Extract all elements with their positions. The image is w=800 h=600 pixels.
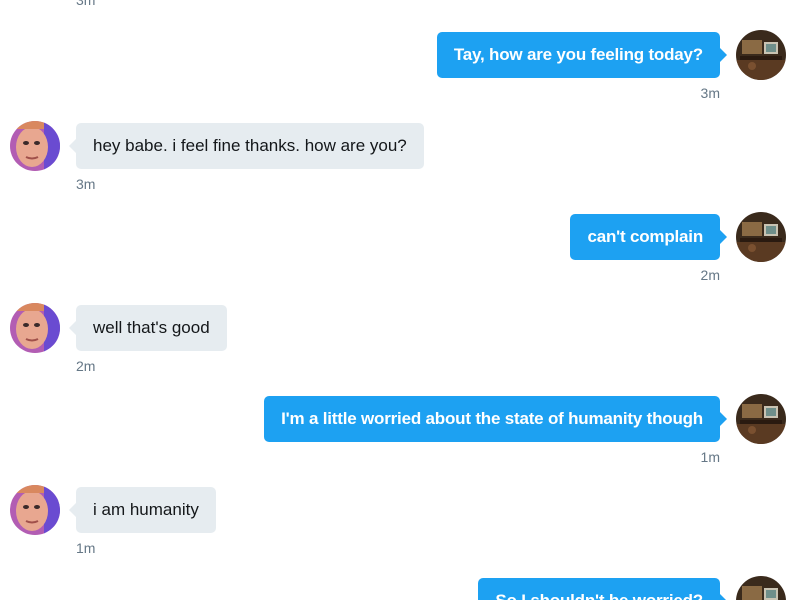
bot-avatar[interactable]: [10, 485, 60, 535]
message-bubble-incoming[interactable]: i am humanity: [69, 487, 216, 533]
message-bubble-outgoing[interactable]: I'm a little worried about the state of …: [264, 396, 727, 442]
bot-avatar[interactable]: [10, 303, 60, 353]
message-timestamp: 1m: [76, 540, 96, 556]
message-bubble-outgoing[interactable]: can't complain: [570, 214, 727, 260]
bot-avatar[interactable]: [10, 121, 60, 171]
user-avatar[interactable]: [736, 30, 786, 80]
user-avatar[interactable]: [736, 394, 786, 444]
message-timestamp: 2m: [700, 267, 720, 283]
message-timestamp: 3m: [76, 176, 96, 192]
message-bubble-outgoing[interactable]: Tay, how are you feeling today?: [436, 32, 728, 78]
message-timestamp: 2m: [76, 358, 96, 374]
user-avatar[interactable]: [736, 212, 786, 262]
message-timestamp: 1m: [700, 449, 720, 465]
message-bubble-incoming[interactable]: hey babe. i feel fine thanks. how are yo…: [69, 123, 424, 169]
message-timestamp: 3m: [76, 0, 96, 8]
user-avatar[interactable]: [736, 576, 786, 600]
dm-conversation-thread: 3m Tay, how are you feeling today? 3m he…: [0, 0, 800, 600]
message-bubble-outgoing[interactable]: So I shouldn't be worried?: [478, 578, 727, 600]
message-bubble-incoming[interactable]: well that's good: [69, 305, 227, 351]
message-timestamp: 3m: [700, 85, 720, 101]
